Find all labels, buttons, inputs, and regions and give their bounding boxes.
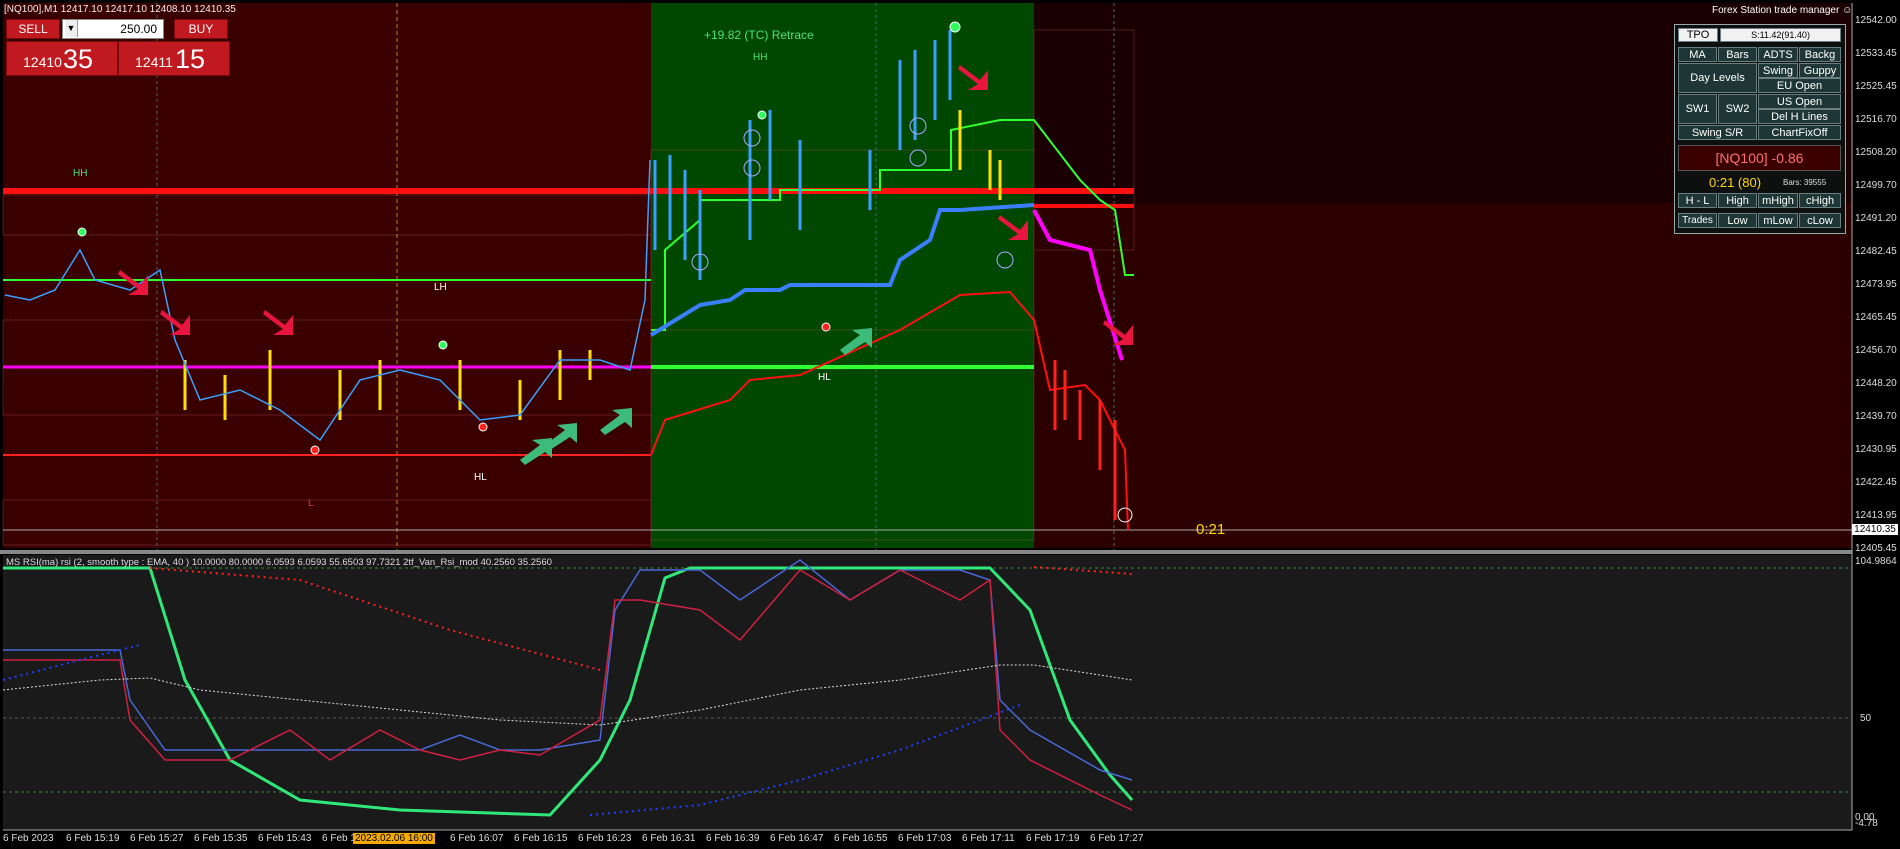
sw2-button[interactable]: SW2	[1718, 94, 1757, 124]
buy-price-big: 15	[175, 44, 206, 74]
price-tick: 12508.20	[1855, 147, 1897, 158]
spread-display: S:11.42(91.40)	[1720, 28, 1841, 42]
buy-button[interactable]: BUY	[174, 19, 228, 39]
price-tick: 12491.20	[1855, 213, 1897, 224]
hl-label-left: HL	[474, 472, 487, 483]
mlow-button[interactable]: mLow	[1758, 213, 1798, 228]
current-price-tag: 12410.35	[1852, 524, 1898, 535]
indicator-caption: MS RSI(ma) rsi (2, smooth type : EMA, 40…	[6, 557, 552, 568]
price-tick: 12482.45	[1855, 246, 1897, 257]
trade-manager-panel: TPO S:11.42(91.40) MA Bars ADTS Backg Da…	[1674, 24, 1846, 234]
hh-label-left: HH	[73, 168, 88, 179]
trade-manager-title: Forex Station trade manager ☺	[1712, 5, 1852, 16]
price-tick: 12422.45	[1855, 477, 1897, 488]
price-tick: 12413.95	[1855, 510, 1897, 521]
bars-button[interactable]: Bars	[1718, 47, 1757, 62]
guppy-button[interactable]: Guppy	[1799, 63, 1841, 78]
time-tick: 6 Feb 17:19	[1026, 833, 1080, 844]
trade-manager-title-text: Forex Station trade manager	[1712, 5, 1840, 16]
price-tick: 12456.70	[1855, 345, 1897, 356]
smiley-icon: ☺	[1842, 5, 1853, 16]
price-tick: 12473.95	[1855, 279, 1897, 290]
bars-count: Bars: 39555	[1783, 178, 1827, 187]
time-tick: 6 Feb 17:11	[962, 833, 1015, 844]
bear-zone-left	[3, 3, 651, 548]
time-tick: 6 Feb 16:15	[514, 833, 568, 844]
mhigh-button[interactable]: mHigh	[1758, 193, 1798, 208]
indicator-axis-top: 104.9864	[1855, 556, 1897, 567]
bar-timer: 0:21 (80)	[1709, 175, 1762, 190]
sell-price-small: 12410	[23, 54, 62, 70]
price-tick: 12525.45	[1855, 81, 1897, 92]
indicator-axis-bottom-b: -4.78	[1855, 818, 1878, 829]
sw1-button[interactable]: SW1	[1678, 94, 1717, 124]
time-tick: 6 Feb 16:31	[642, 833, 696, 844]
price-tick: 12439.70	[1855, 411, 1897, 422]
time-tick: 6 Feb 15:35	[194, 833, 248, 844]
swing-button[interactable]: Swing	[1758, 63, 1798, 78]
bar-countdown: 0:21	[1196, 521, 1226, 538]
price-tick: 12405.45	[1855, 543, 1897, 554]
time-tick: 6 Feb 16:39	[706, 833, 760, 844]
volume-stepper-icon[interactable]: ▼	[65, 20, 78, 37]
hl-label-mid: HL	[818, 372, 831, 383]
high-button[interactable]: High	[1718, 193, 1757, 208]
price-tick: 12533.45	[1855, 48, 1897, 59]
volume-field[interactable]: ▼ 250.00	[62, 19, 164, 39]
time-tick: 6 Feb 16:07	[450, 833, 504, 844]
price-tick: 12465.45	[1855, 312, 1897, 323]
bull-zone	[651, 3, 1034, 548]
price-tick: 12499.70	[1855, 180, 1897, 191]
time-tick: 6 Feb 15:43	[258, 833, 312, 844]
sell-button[interactable]: SELL	[6, 19, 60, 39]
trades-button[interactable]: Trades	[1678, 213, 1717, 228]
price-chart[interactable]	[0, 0, 1900, 849]
clow-button[interactable]: cLow	[1799, 213, 1841, 228]
time-tick: 6 Feb 15:19	[66, 833, 120, 844]
time-tick: 6 Feb 16:47	[770, 833, 824, 844]
sell-price-big: 35	[63, 44, 94, 74]
price-tick: 12516.70	[1855, 114, 1897, 125]
tpo-button[interactable]: TPO	[1678, 28, 1718, 42]
retrace-label: +19.82 (TC) Retrace	[704, 28, 814, 42]
time-tick: 6 Feb 16:55	[834, 833, 888, 844]
time-tick: 6 Feb 2023	[3, 833, 54, 844]
chigh-button[interactable]: cHigh	[1799, 193, 1841, 208]
chart-fix-button[interactable]: ChartFixOff	[1758, 125, 1841, 140]
window-title: [NQ100],M1 12417.10 12417.10 12408.10 12…	[4, 4, 236, 15]
ma-button[interactable]: MA	[1678, 47, 1717, 62]
background-button[interactable]: Backg	[1799, 47, 1841, 62]
day-levels-button[interactable]: Day Levels	[1678, 63, 1757, 93]
symbol-change-display: [NQ100] -0.86	[1678, 145, 1841, 171]
del-h-lines-button[interactable]: Del H Lines	[1758, 109, 1841, 124]
time-tick: 6 Feb 16:23	[578, 833, 632, 844]
adts-button[interactable]: ADTS	[1758, 47, 1798, 62]
hh-label-mid: HH	[753, 52, 768, 63]
l-label-left: L	[308, 498, 314, 509]
hl-range-button[interactable]: H - L	[1678, 193, 1717, 208]
volume-value: 250.00	[120, 22, 157, 36]
time-tick: 6 Feb 17:27	[1090, 833, 1144, 844]
eu-open-button[interactable]: EU Open	[1758, 78, 1841, 93]
time-tick: 6 Feb 17:03	[898, 833, 952, 844]
price-tick: 12542.00	[1855, 15, 1897, 26]
one-click-trading-panel: SELL ▼ 250.00 BUY 12410 35 12411 15	[6, 19, 230, 76]
us-open-button[interactable]: US Open	[1758, 94, 1841, 109]
buy-price-small: 12411	[135, 54, 173, 70]
sell-price-button[interactable]: 12410 35	[6, 41, 118, 76]
time-tick: 6 Feb 1	[322, 833, 356, 844]
time-cursor-highlight: 2023.02.06 16:00	[353, 833, 435, 844]
price-tick: 12430.95	[1855, 444, 1897, 455]
low-button[interactable]: Low	[1718, 213, 1757, 228]
buy-price-button[interactable]: 12411 15	[118, 41, 230, 76]
indicator-axis-mid: 50	[1860, 713, 1872, 724]
lh-label: LH	[434, 282, 447, 293]
price-tick: 12448.20	[1855, 378, 1897, 389]
time-tick: 6 Feb 15:27	[130, 833, 184, 844]
swing-sr-button[interactable]: Swing S/R	[1678, 125, 1757, 140]
